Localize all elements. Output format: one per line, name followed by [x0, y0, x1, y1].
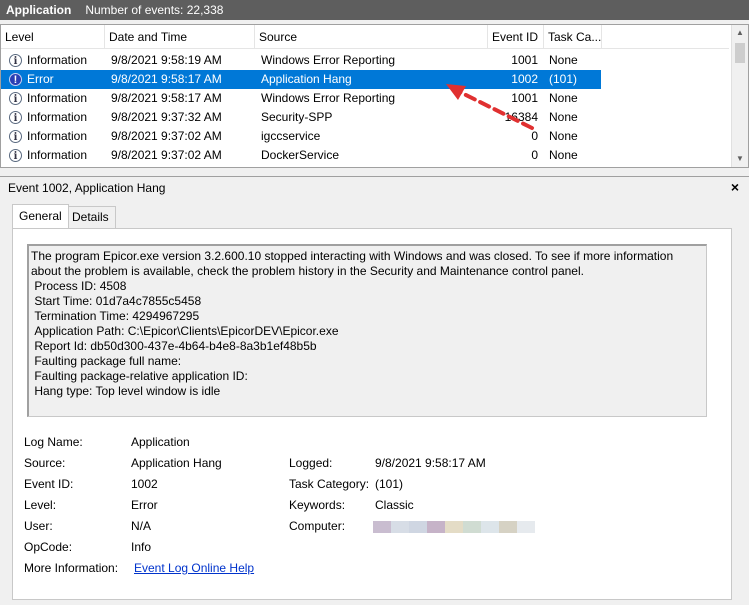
event-row[interactable]: Information 9/8/2021 9:58:19 AM Windows Er… [1, 51, 601, 71]
logged-value: 9/8/2021 9:58:17 AM [375, 456, 486, 470]
event-log-online-help-link[interactable]: Event Log Online Help [134, 561, 254, 575]
row-date-time: 9/8/2021 9:37:02 AM [111, 129, 222, 143]
event-row[interactable]: Error 9/8/2021 9:58:17 AM Application Hang… [1, 70, 601, 90]
row-date-time: 9/8/2021 9:58:17 AM [111, 72, 222, 86]
row-level: Information [27, 53, 88, 67]
scroll-down-icon[interactable]: ▼ [732, 151, 748, 167]
info-icon [9, 90, 22, 109]
tab-general[interactable]: General [12, 204, 69, 228]
scroll-up-icon[interactable]: ▲ [732, 25, 748, 41]
task-category-value: (101) [375, 477, 404, 491]
column-header-task-category[interactable]: Task Ca... [544, 25, 602, 49]
row-source: DockerService [261, 148, 340, 162]
row-task-category: None [549, 91, 578, 105]
row-event-id: 0 [531, 148, 538, 162]
info-icon [9, 128, 22, 147]
row-task-category: None [549, 148, 578, 162]
row-event-id: 1001 [511, 91, 538, 105]
row-date-time: 9/8/2021 9:37:32 AM [111, 110, 222, 124]
event-id-label: Event ID: [24, 477, 74, 491]
computer-value-redacted [373, 521, 535, 533]
log-title-bar: Application Number of events: 22,338 [0, 0, 749, 20]
row-date-time: 9/8/2021 9:37:02 AM [111, 148, 222, 162]
row-date-time: 9/8/2021 9:58:19 AM [111, 53, 222, 67]
row-level: Information [27, 129, 88, 143]
event-row[interactable]: Information 9/8/2021 9:37:32 AM Security-S… [1, 108, 601, 128]
row-task-category: None [549, 53, 578, 67]
error-icon [9, 71, 22, 90]
user-value: N/A [131, 519, 152, 533]
column-header-event-id[interactable]: Event ID [488, 25, 544, 49]
source-label: Source: [24, 456, 66, 470]
log-name-value: Application [131, 435, 190, 449]
keywords-label: Keywords: [289, 498, 346, 512]
row-source: Security-SPP [261, 110, 333, 124]
event-count: Number of events: 22,338 [85, 3, 224, 17]
event-message-box[interactable]: The program Epicor.exe version 3.2.600.1… [27, 244, 707, 417]
event-row[interactable]: Information 9/8/2021 9:37:02 AM igccservic… [1, 127, 601, 147]
level-value: Error [131, 498, 158, 512]
task-category-label: Task Category: [289, 477, 370, 491]
logged-label: Logged: [289, 456, 333, 470]
event-details-pane: Event 1002, Application Hang × General D… [0, 176, 749, 605]
level-label: Level: [24, 498, 57, 512]
row-date-time: 9/8/2021 9:58:17 AM [111, 91, 222, 105]
event-id-value: 1002 [131, 477, 158, 491]
computer-label: Computer: [289, 519, 346, 533]
row-source: Windows Error Reporting [261, 53, 396, 67]
user-label: User: [24, 519, 53, 533]
row-level: Error [27, 72, 54, 86]
close-icon[interactable]: × [731, 179, 739, 195]
row-event-id: 16384 [504, 110, 538, 124]
event-list-scrollbar[interactable]: ▲ ▼ [731, 25, 748, 167]
log-name-label: Log Name: [24, 435, 83, 449]
event-list[interactable]: Level Date and Time Source Event ID Task… [0, 24, 749, 168]
log-name-title: Application [6, 3, 72, 17]
row-source: igccservice [261, 129, 321, 143]
row-task-category: (101) [549, 72, 578, 86]
row-source: Windows Error Reporting [261, 91, 396, 105]
event-details-title: Event 1002, Application Hang [8, 181, 166, 195]
opcode-label: OpCode: [24, 540, 73, 554]
column-header-level[interactable]: Level [1, 25, 105, 49]
info-icon [9, 147, 22, 166]
row-task-category: None [549, 110, 578, 124]
info-icon [9, 109, 22, 128]
source-value: Application Hang [131, 456, 222, 470]
scroll-thumb[interactable] [735, 43, 745, 63]
more-information-label: More Information: [24, 561, 119, 575]
keywords-value: Classic [375, 498, 414, 512]
column-header-source[interactable]: Source [255, 25, 488, 49]
column-header-date-time[interactable]: Date and Time [105, 25, 255, 49]
event-row[interactable]: Information 9/8/2021 9:37:02 AM DockerServ… [1, 146, 601, 166]
row-level: Information [27, 91, 88, 105]
row-level: Information [27, 110, 88, 124]
opcode-value: Info [131, 540, 152, 554]
event-message-text: The program Epicor.exe version 3.2.600.1… [31, 249, 674, 398]
row-event-id: 1001 [511, 53, 538, 67]
tab-details[interactable]: Details [65, 206, 116, 228]
row-event-id: 0 [531, 129, 538, 143]
event-row[interactable]: Information 9/8/2021 9:58:17 AM Windows Er… [1, 89, 601, 109]
row-level: Information [27, 148, 88, 162]
row-source: Application Hang [261, 72, 352, 86]
row-event-id: 1002 [511, 72, 538, 86]
info-icon [9, 52, 22, 71]
event-list-header: Level Date and Time Source Event ID Task… [1, 25, 729, 49]
row-task-category: None [549, 129, 578, 143]
general-tab-panel: The program Epicor.exe version 3.2.600.1… [12, 228, 732, 600]
